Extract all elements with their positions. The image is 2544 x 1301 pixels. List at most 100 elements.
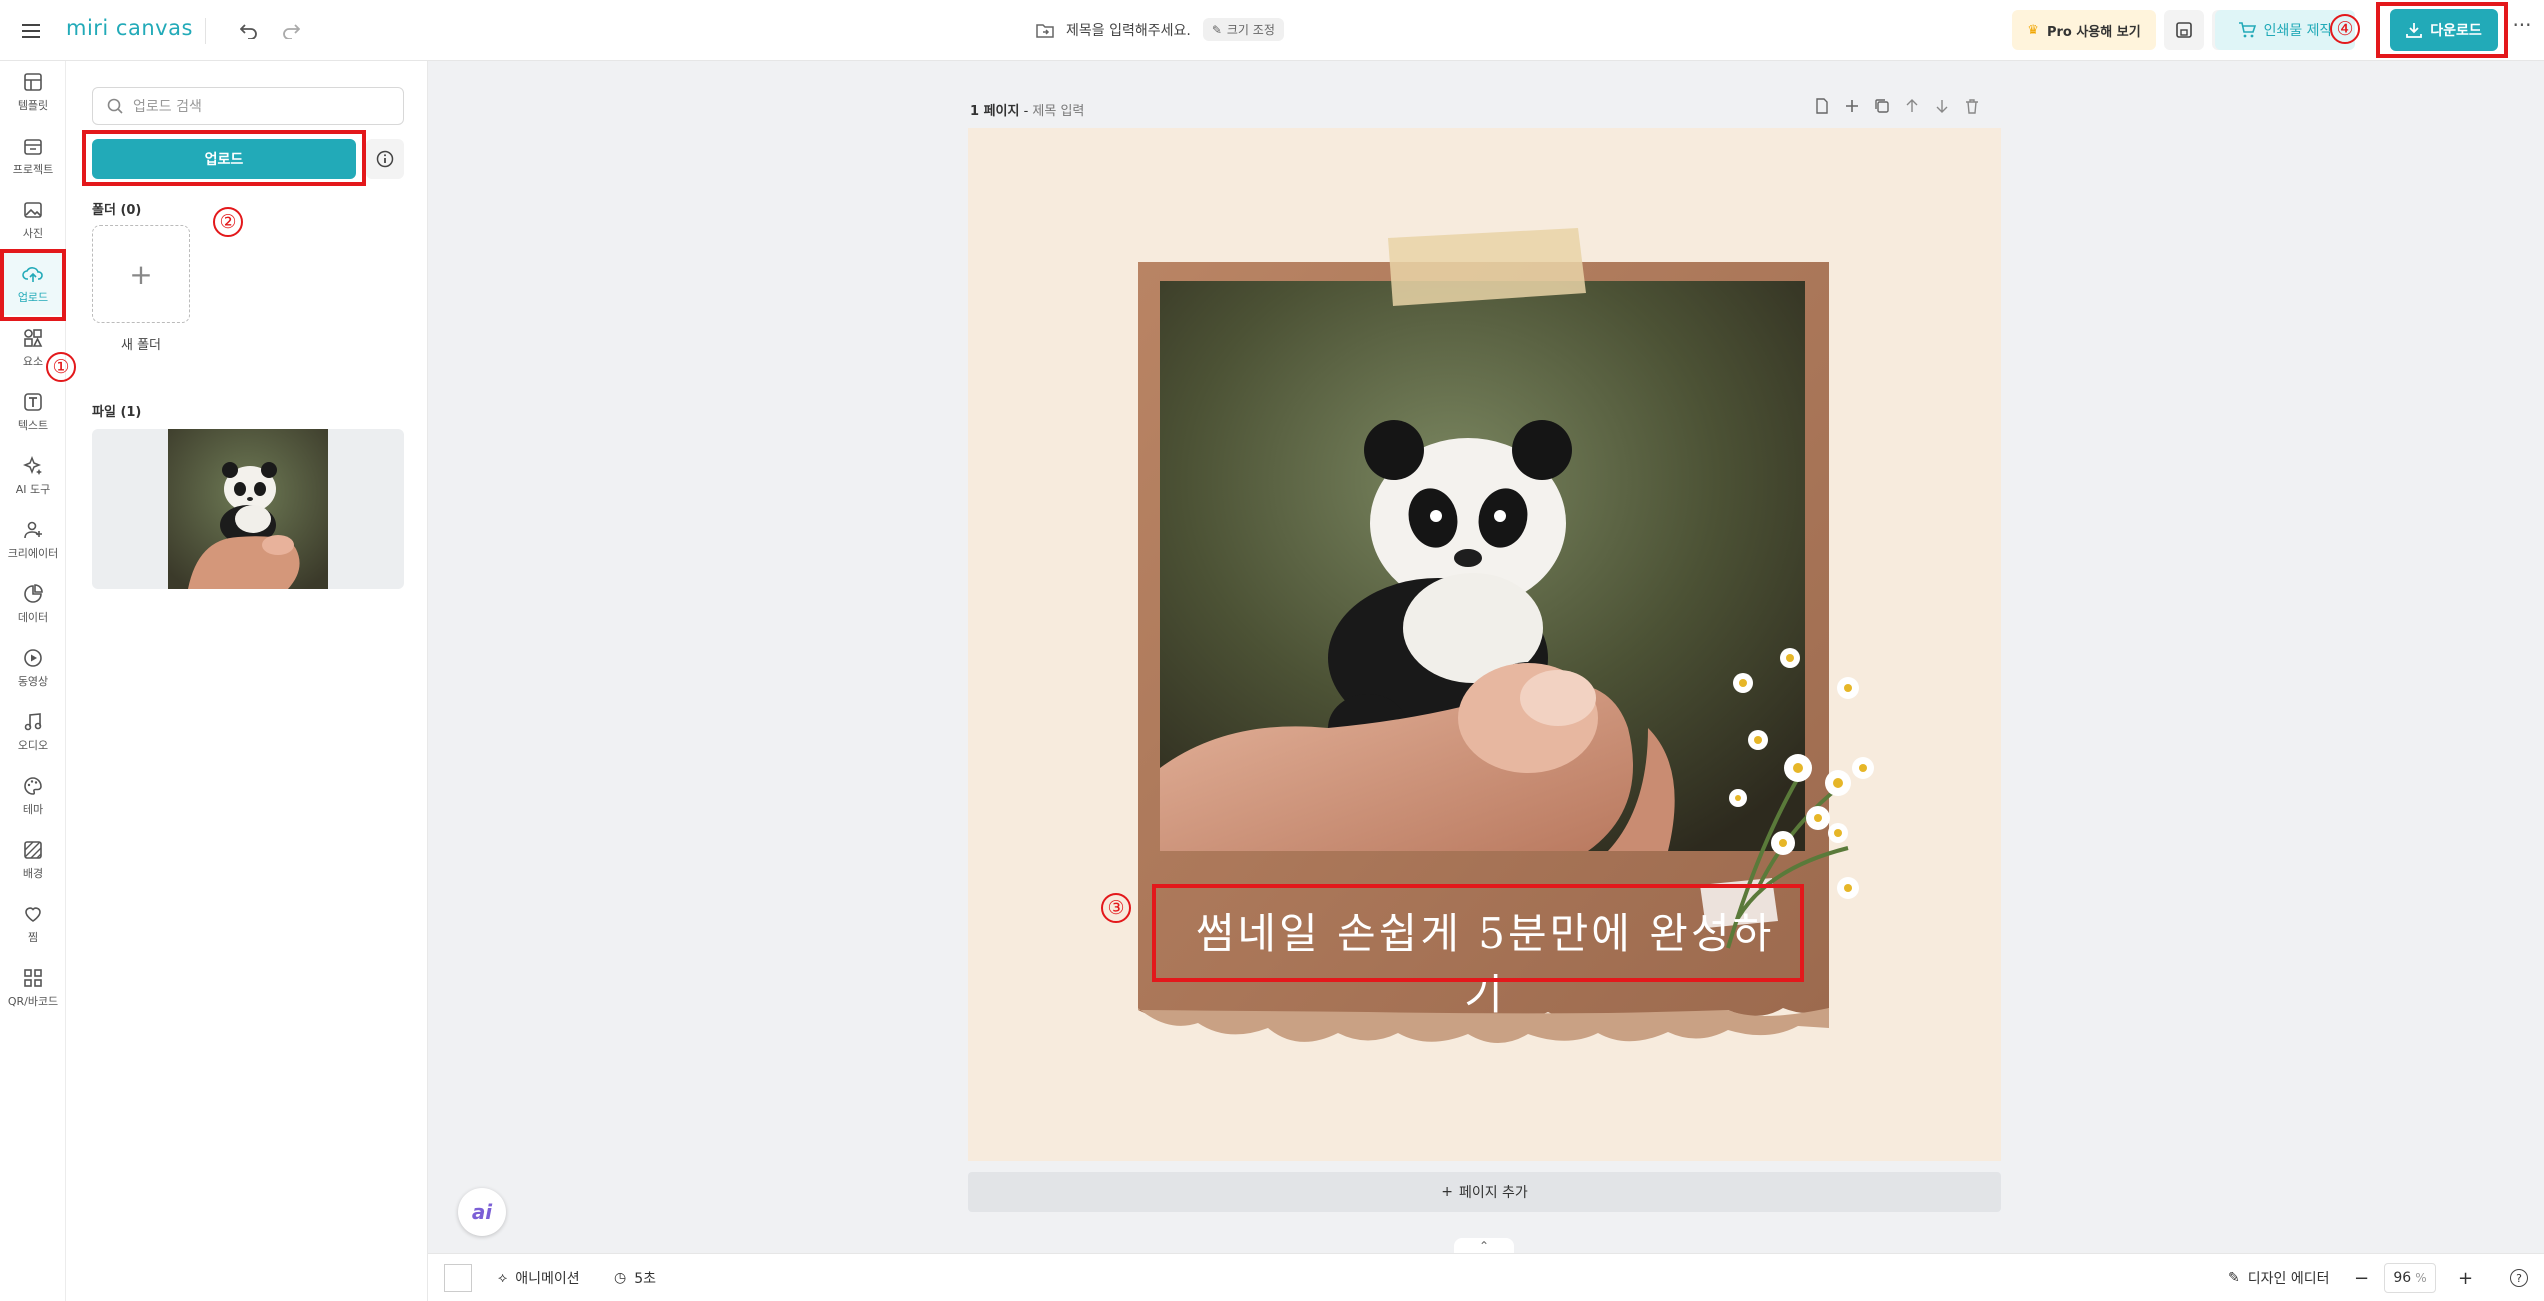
zoom-value: 96 [2393, 1270, 2412, 1286]
sidebar-item-ai-tools[interactable]: AI 도구 [0, 445, 66, 507]
save-button[interactable] [2164, 10, 2204, 50]
page-note-icon[interactable] [1814, 98, 1830, 114]
video-icon [24, 648, 42, 667]
annotation-box-canvas-text [1152, 884, 1804, 982]
zoom-input[interactable]: 96 % [2384, 1263, 2436, 1293]
files-label: 파일 (1) [92, 405, 142, 420]
sidebar-item-label: 배경 [22, 866, 44, 880]
top-bar: miri canvas 제목을 입력해주세요. ✎ 크기 조정 ♛ Pro 사용… [0, 0, 2544, 61]
duplicate-page-icon[interactable] [1874, 98, 1890, 114]
sidebar-item-qr[interactable]: QR/바코드 [0, 957, 66, 1019]
color-swatch [444, 1264, 472, 1292]
folder-move-icon[interactable] [1036, 22, 1054, 38]
redo-icon[interactable] [278, 18, 304, 44]
sidebar-item-label: 요소 [22, 354, 44, 368]
page-tools [1814, 98, 1980, 114]
background-icon [24, 840, 42, 859]
sidebar-item-theme[interactable]: 테마 [0, 765, 66, 827]
upload-panel: 업로드 검색 업로드 폴더 (0) + 새 폴더 파일 (1) [66, 61, 428, 1301]
bottom-bar: ⟡ 애니메이션 ◷ 5초 ✎ 디자인 에디터 − 96 % + ? [428, 1253, 2544, 1301]
annotation-number-1: ① [46, 352, 76, 382]
sidebar-item-photo[interactable]: 사진 [0, 189, 66, 251]
sidebar-item-label: 오디오 [17, 738, 49, 752]
design-editor-button[interactable]: ✎ 디자인 에디터 [2228, 1254, 2329, 1301]
minus-icon: − [2354, 1267, 2370, 1289]
sidebar-item-video[interactable]: 동영상 [0, 637, 66, 699]
plus-icon: + [2458, 1267, 2474, 1289]
folders-label: 폴더 (0) [92, 203, 142, 218]
data-chart-icon [24, 583, 43, 603]
more-options-icon[interactable]: ··· [2510, 15, 2534, 42]
divider [205, 18, 231, 44]
sidebar-item-label: 데이터 [17, 610, 49, 624]
sidebar-item-data[interactable]: 데이터 [0, 573, 66, 635]
sidebar-item-label: 찜 [27, 930, 39, 944]
resize-button[interactable]: ✎ 크기 조정 [1202, 18, 1284, 41]
undo-icon[interactable] [236, 18, 262, 44]
sidebar-item-audio[interactable]: 오디오 [0, 701, 66, 763]
sidebar-item-label: 동영상 [17, 674, 49, 688]
zoom-out-button[interactable]: − [2354, 1254, 2369, 1301]
sidebar-rail: 템플릿 프로젝트 사진 업로드 요소 텍스트 AI 도구 크리에이터 데이터 동… [0, 61, 66, 1301]
crown-icon: ♛ [2027, 22, 2039, 38]
chevron-up-icon: ⌃ [1478, 1239, 1490, 1253]
annotation-box-upload-button [82, 130, 366, 186]
add-page-icon[interactable] [1844, 98, 1860, 114]
resize-label: 크기 조정 [1226, 23, 1275, 37]
template-icon [24, 72, 42, 91]
move-page-up-icon[interactable] [1904, 98, 1920, 114]
zoom-in-button[interactable]: + [2458, 1254, 2473, 1301]
document-title-input[interactable]: 제목을 입력해주세요. [1066, 20, 1191, 40]
search-icon [107, 98, 123, 114]
background-color-swatch[interactable] [444, 1254, 472, 1301]
duration-button[interactable]: ◷ 5초 [614, 1254, 656, 1301]
ai-sparkle-icon [23, 455, 42, 475]
hamburger-menu-icon[interactable] [18, 18, 44, 44]
panda-thumbnail-image [168, 429, 328, 589]
text-icon [24, 392, 42, 411]
info-icon[interactable] [366, 139, 404, 179]
qr-icon [24, 968, 42, 987]
animation-button[interactable]: ⟡ 애니메이션 [498, 1254, 580, 1301]
move-page-down-icon[interactable] [1934, 98, 1950, 114]
sidebar-item-label: 사진 [22, 226, 44, 240]
sidebar-item-label: 테마 [22, 802, 44, 816]
sidebar-item-label: QR/바코드 [7, 994, 59, 1008]
page-title-input[interactable]: 제목 입력 [1032, 104, 1084, 119]
help-button[interactable]: ? [2510, 1254, 2528, 1301]
design-canvas[interactable]: 썸네일 손쉽게 5분만에 완성하기 [968, 128, 2001, 1161]
delete-page-icon[interactable] [1964, 98, 1980, 114]
animation-label: 애니메이션 [515, 1271, 580, 1287]
new-folder-button[interactable]: + [92, 225, 190, 323]
add-page-button[interactable]: + 페이지 추가 [968, 1172, 2001, 1212]
sidebar-item-text[interactable]: 텍스트 [0, 381, 66, 443]
sidebar-item-creator[interactable]: 크리에이터 [0, 509, 66, 571]
page-number: 1 페이지 [970, 104, 1020, 119]
expand-pages-tab[interactable]: ⌃ [1454, 1238, 1514, 1254]
sidebar-item-label: 템플릿 [17, 98, 49, 112]
zoom-controls: 96 % [2384, 1254, 2436, 1301]
uploaded-file-card[interactable] [92, 429, 404, 589]
document-title-area: 제목을 입력해주세요. ✎ 크기 조정 [1036, 18, 1284, 41]
elements-icon [24, 328, 43, 347]
annotation-number-4: ④ [2330, 14, 2360, 44]
sidebar-item-project[interactable]: 프로젝트 [0, 125, 66, 187]
annotation-box-upload-tab [0, 249, 66, 321]
sidebar-item-template[interactable]: 템플릿 [0, 61, 66, 123]
sidebar-item-background[interactable]: 배경 [0, 829, 66, 891]
upload-search-input[interactable]: 업로드 검색 [92, 87, 404, 125]
page-label[interactable]: 1 페이지 - 제목 입력 [970, 100, 1084, 119]
project-icon [24, 138, 42, 155]
cart-icon [2238, 22, 2256, 38]
photo-icon [24, 201, 42, 218]
audio-icon [24, 712, 42, 730]
app-root: miri canvas 제목을 입력해주세요. ✎ 크기 조정 ♛ Pro 사용… [0, 0, 2544, 1301]
logo-text: miri canvas [66, 16, 193, 40]
help-icon: ? [2510, 1269, 2528, 1287]
pen-icon: ✎ [2228, 1270, 2240, 1286]
sidebar-item-favorites[interactable]: 찜 [0, 893, 66, 955]
new-folder-label: 새 폴더 [120, 338, 161, 353]
pro-trial-button[interactable]: ♛ Pro 사용해 보기 [2012, 10, 2156, 50]
ai-assistant-button[interactable]: ai [458, 1188, 506, 1236]
app-logo[interactable]: miri canvas [66, 16, 193, 40]
